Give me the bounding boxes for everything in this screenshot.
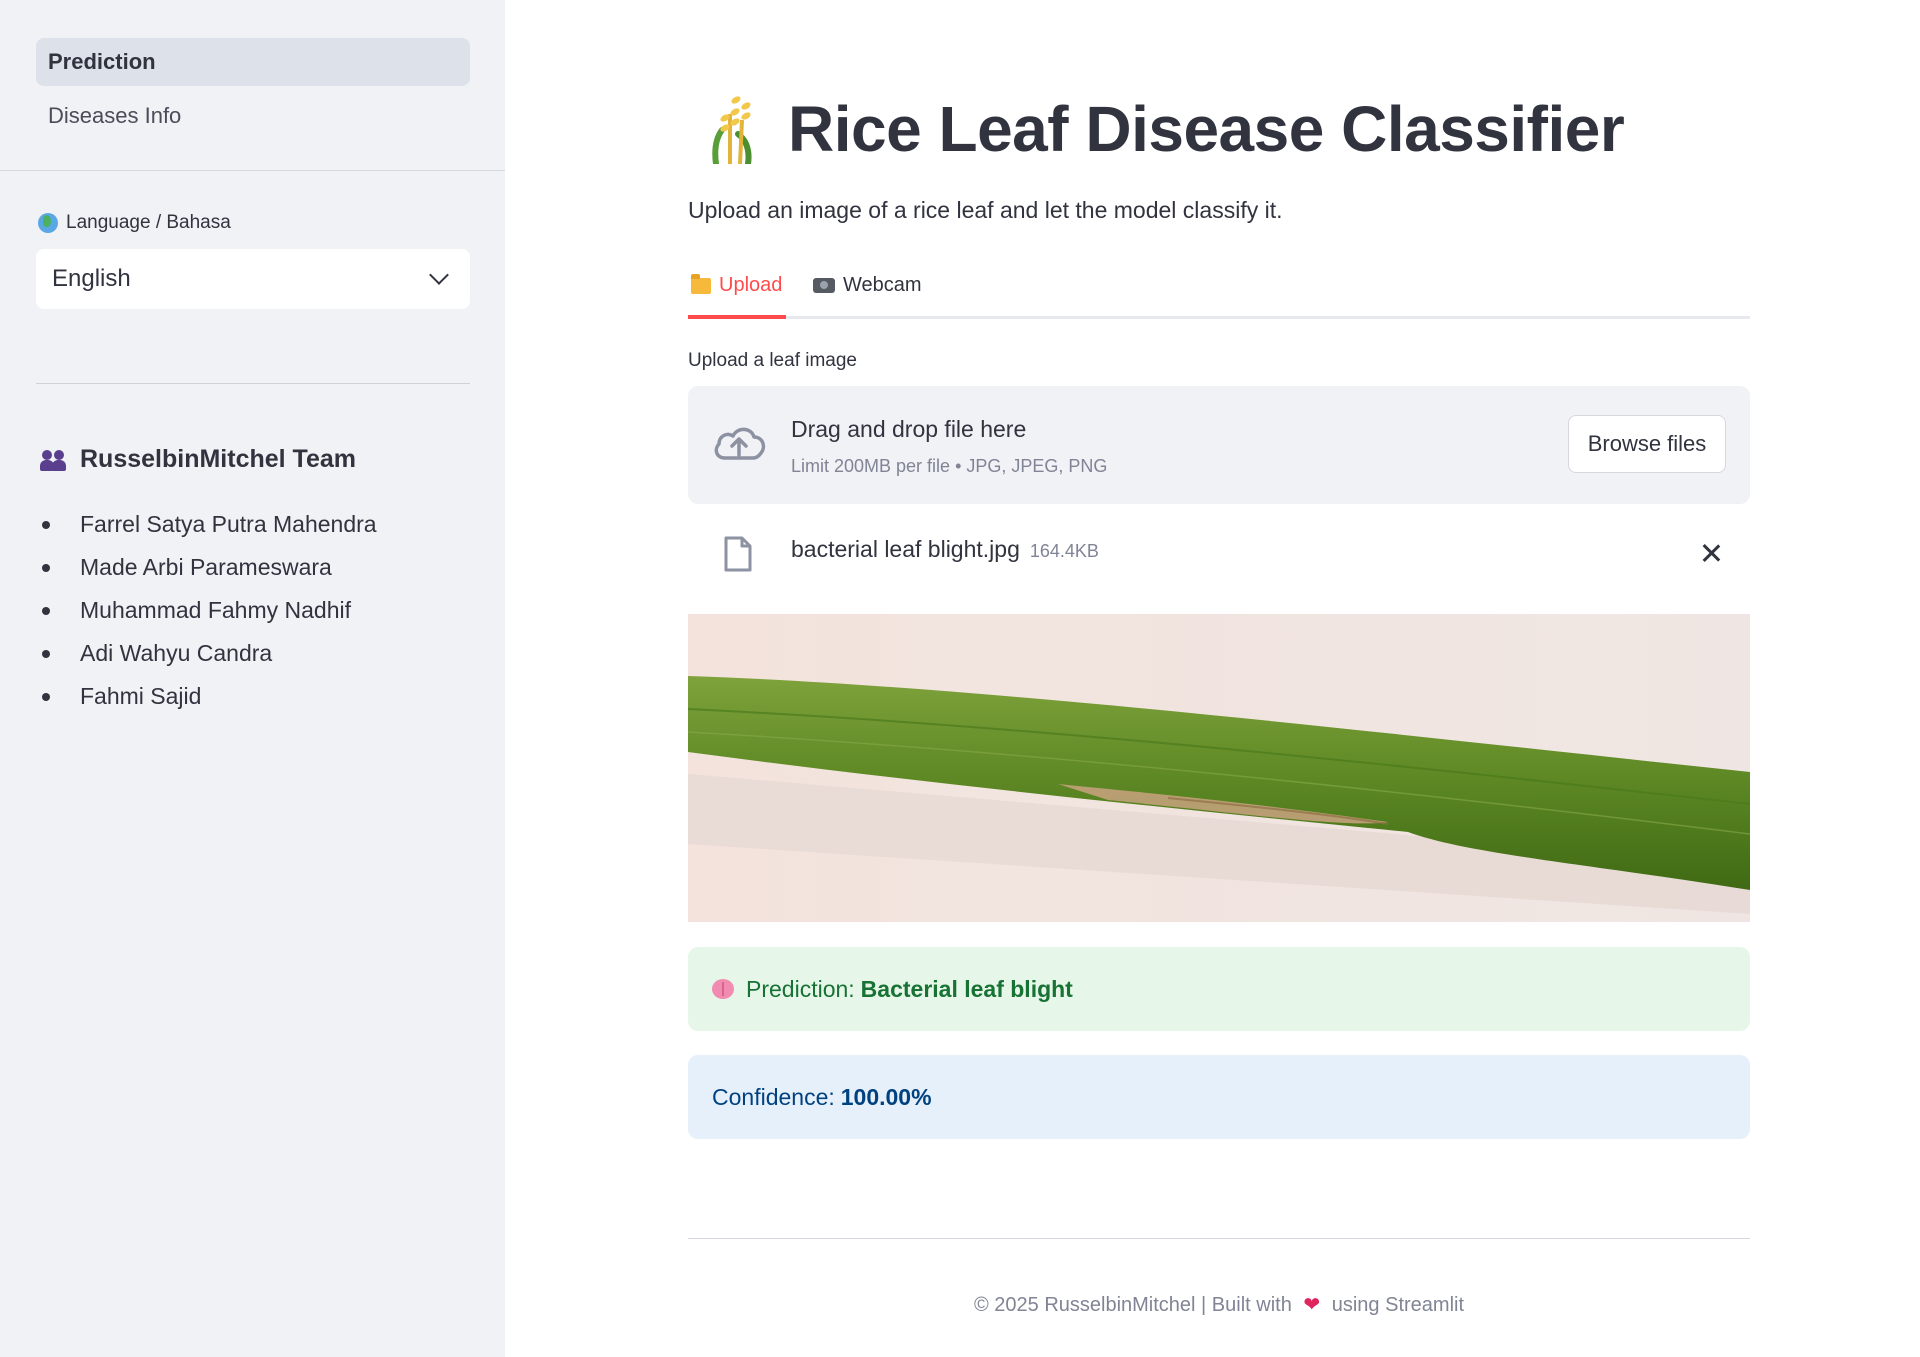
footer: © 2025 RusselbinMitchel | Built with ❤ u… xyxy=(688,1292,1750,1317)
language-select[interactable]: English xyxy=(36,249,470,309)
team-member-list: Farrel Satya Putra Mahendra Made Arbi Pa… xyxy=(40,503,377,718)
page-title: Rice Leaf Disease Classifier xyxy=(788,93,1625,165)
tab-webcam[interactable]: Webcam xyxy=(813,274,922,297)
page-header: Rice Leaf Disease Classifier xyxy=(708,92,1625,166)
language-label: Language / Bahasa xyxy=(38,212,231,234)
file-icon xyxy=(724,536,752,572)
uploaded-file-row: bacterial leaf blight.jpg 164.4KB xyxy=(688,530,1750,576)
file-dropzone[interactable]: Drag and drop file here Limit 200MB per … xyxy=(688,386,1750,504)
list-item: Farrel Satya Putra Mahendra xyxy=(40,503,377,546)
close-icon[interactable] xyxy=(1700,542,1722,564)
file-name-text: bacterial leaf blight.jpg xyxy=(791,536,1020,562)
dropzone-limit-text: Limit 200MB per file • JPG, JPEG, PNG xyxy=(791,456,1108,476)
confidence-value: 100.00% xyxy=(840,1083,932,1110)
globe-icon xyxy=(38,213,58,233)
team-heading: RusselbinMitchel Team xyxy=(40,445,356,474)
folder-icon xyxy=(691,273,711,294)
tab-active-indicator xyxy=(688,315,786,319)
sidebar: Prediction Diseases Info Language / Baha… xyxy=(0,0,505,1357)
uploaded-leaf-image xyxy=(688,614,1750,922)
sidebar-divider xyxy=(36,383,470,384)
nav-divider xyxy=(0,170,505,171)
browse-files-button[interactable]: Browse files xyxy=(1568,415,1726,473)
tab-upload-label: Upload xyxy=(719,274,783,296)
list-item: Muhammad Fahmy Nadhif xyxy=(40,589,377,632)
sidebar-nav: Prediction Diseases Info xyxy=(36,38,470,146)
list-item: Adi Wahyu Candra xyxy=(40,632,377,675)
prediction-prefix: Prediction: xyxy=(746,975,855,1002)
heart-icon: ❤ xyxy=(1303,1294,1321,1316)
footer-right-text: using Streamlit xyxy=(1331,1294,1465,1316)
rice-plant-icon xyxy=(712,96,752,164)
nav-item-prediction[interactable]: Prediction xyxy=(36,38,470,86)
main-content: Rice Leaf Disease Classifier Upload an i… xyxy=(688,0,1750,1357)
prediction-alert: Prediction: Bacterial leaf blight xyxy=(688,947,1750,1031)
uploader-label: Upload a leaf image xyxy=(688,350,857,371)
cloud-upload-icon xyxy=(714,427,766,460)
brain-icon xyxy=(712,979,734,999)
nav-item-diseases-info[interactable]: Diseases Info xyxy=(36,92,470,140)
file-name: bacterial leaf blight.jpg 164.4KB xyxy=(791,536,1099,563)
list-item: Fahmi Sajid xyxy=(40,675,377,718)
footer-divider xyxy=(688,1238,1750,1239)
confidence-prefix: Confidence: xyxy=(712,1083,835,1110)
tab-bar: Upload Webcam xyxy=(688,268,1750,320)
tab-upload[interactable]: Upload xyxy=(691,273,783,297)
prediction-value: Bacterial leaf blight xyxy=(860,975,1073,1002)
team-icon xyxy=(40,448,68,472)
chevron-down-icon xyxy=(429,265,449,285)
tab-webcam-label: Webcam xyxy=(843,274,922,296)
team-title: RusselbinMitchel Team xyxy=(80,445,356,473)
camera-icon xyxy=(813,278,835,293)
confidence-alert: Confidence: 100.00% xyxy=(688,1055,1750,1139)
page-subtitle: Upload an image of a rice leaf and let t… xyxy=(688,197,1283,223)
dropzone-text: Drag and drop file here xyxy=(791,416,1027,442)
list-item: Made Arbi Parameswara xyxy=(40,546,377,589)
language-selected-value: English xyxy=(52,265,131,292)
tab-underline xyxy=(688,316,1750,319)
footer-left-text: © 2025 RusselbinMitchel | Built with xyxy=(973,1294,1292,1316)
language-label-text: Language / Bahasa xyxy=(66,212,231,233)
file-size: 164.4KB xyxy=(1029,541,1099,561)
